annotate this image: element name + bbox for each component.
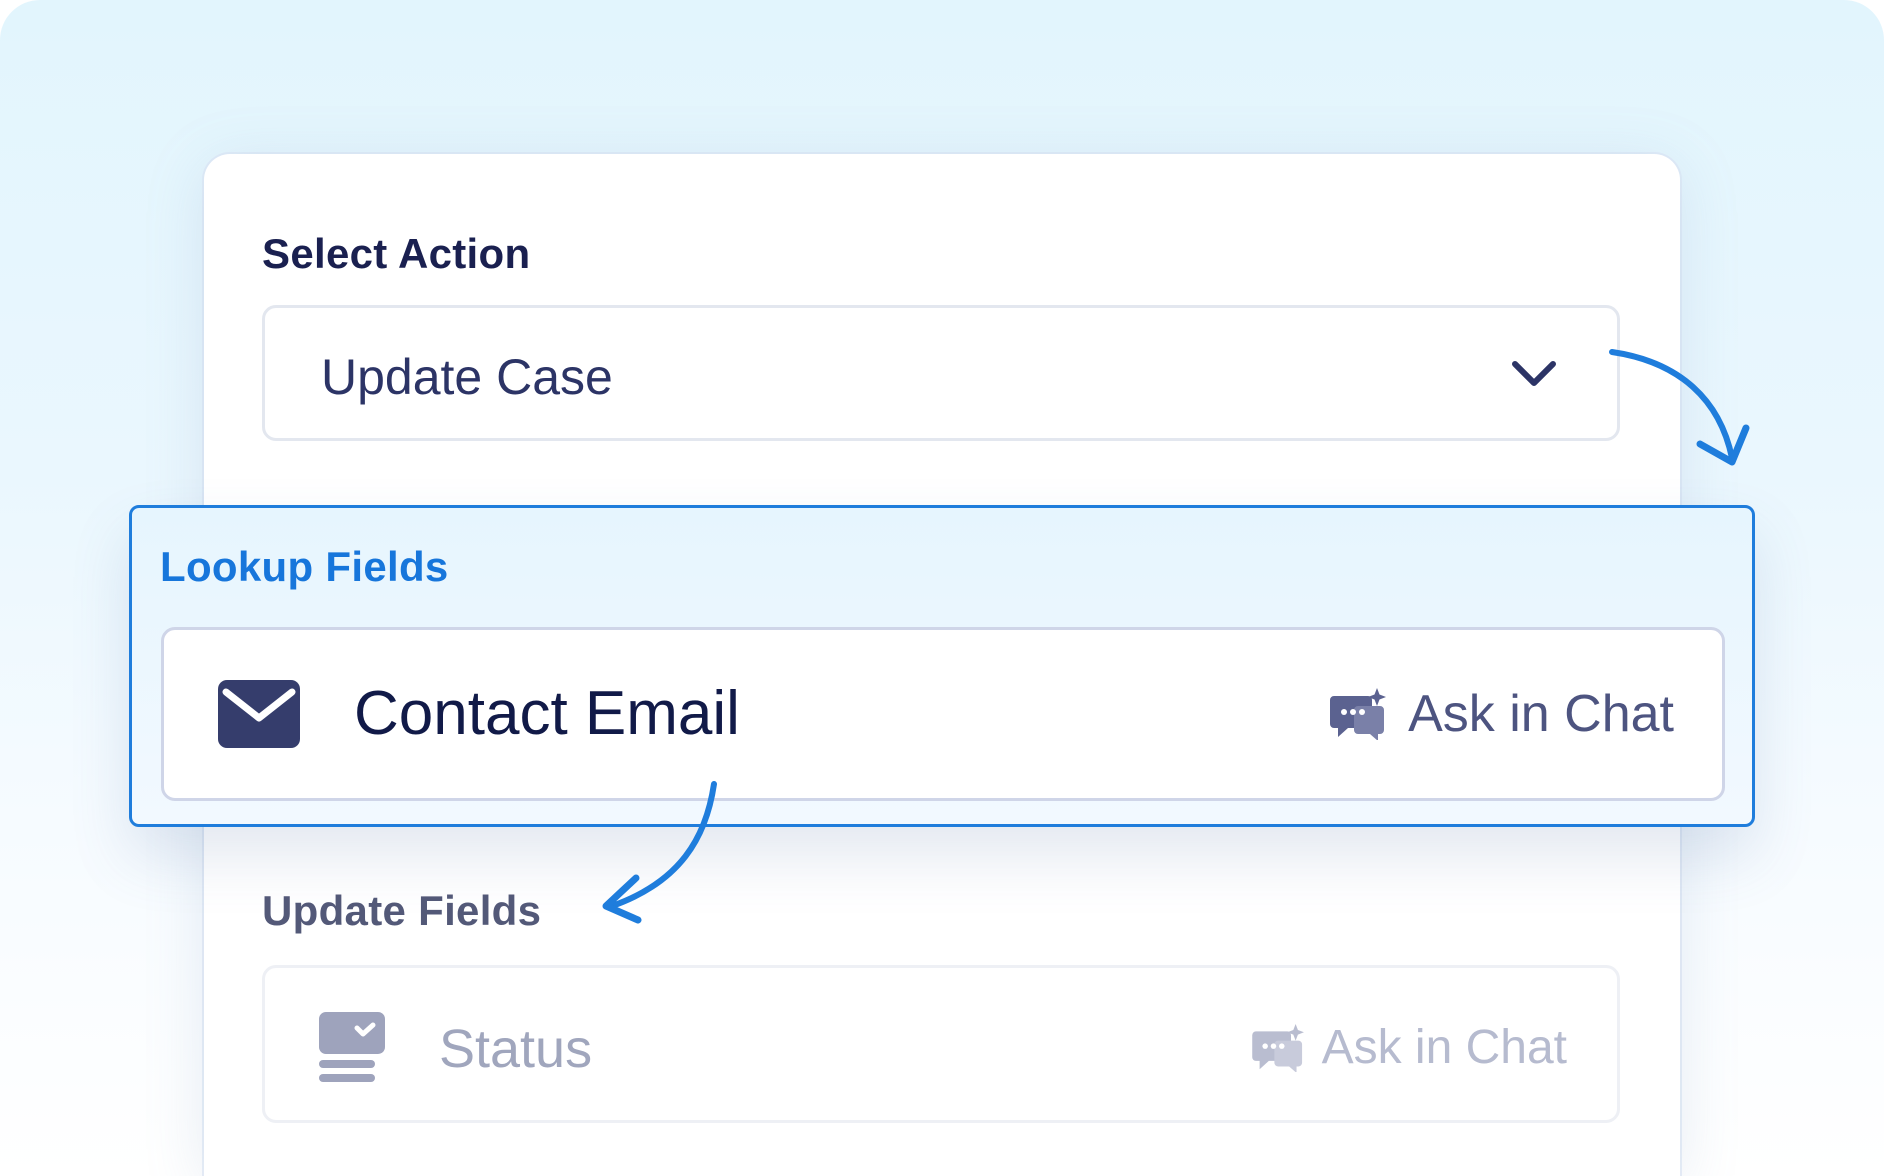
ask-in-chat-button[interactable]: Ask in Chat (1330, 684, 1674, 744)
chat-sparkle-icon (1330, 688, 1387, 740)
contact-email-label: Contact Email (354, 679, 740, 748)
action-select-value: Update Case (321, 349, 613, 405)
lookup-fields-label: Lookup Fields (160, 543, 449, 590)
curved-arrow-icon (1609, 349, 1750, 466)
status-card-icon (319, 1012, 385, 1082)
ask-in-chat-button[interactable]: Ask in Chat (1251, 1020, 1567, 1075)
update-fields-label: Update Fields (262, 887, 542, 934)
ask-in-chat-label: Ask in Chat (1321, 1021, 1567, 1074)
select-action-label: Select Action (262, 230, 531, 277)
mail-icon (218, 680, 300, 748)
action-select[interactable]: Update Case (262, 305, 1620, 441)
contact-email-field[interactable]: Contact Email Ask in Chat (161, 627, 1725, 801)
chevron-down-icon (1512, 361, 1556, 386)
ask-in-chat-label: Ask in Chat (1408, 685, 1674, 743)
chat-sparkle-icon (1251, 1023, 1304, 1072)
curved-arrow-icon (602, 781, 717, 924)
status-field[interactable]: Status Ask in Chat (262, 965, 1620, 1123)
status-label: Status (439, 1019, 593, 1079)
